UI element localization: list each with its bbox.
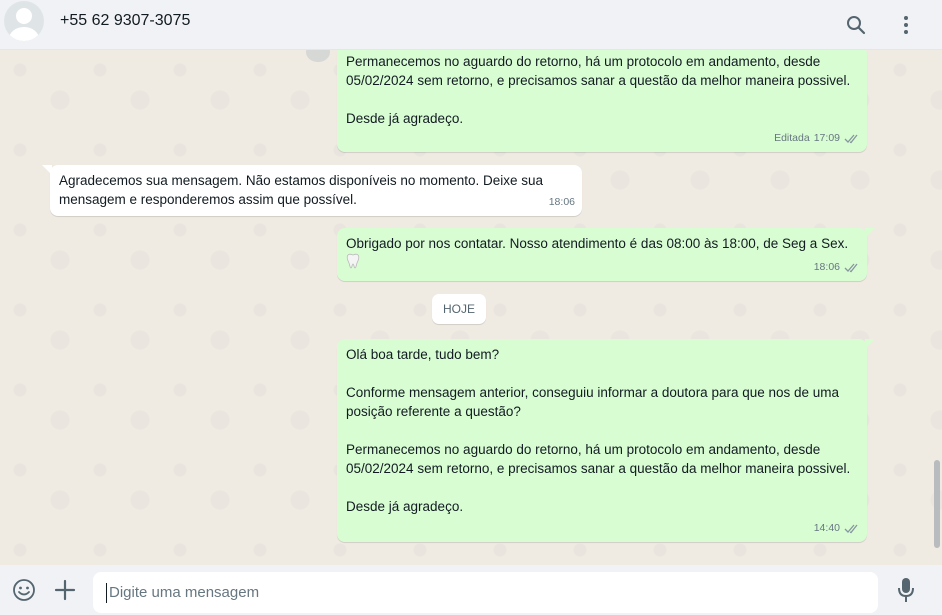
- date-separator: HOJE: [432, 294, 486, 324]
- message-text: Olá boa tarde, tudo bem? Conforme mensag…: [346, 347, 851, 514]
- scrollbar-thumb[interactable]: [934, 460, 940, 548]
- read-ticks-icon: [844, 263, 858, 273]
- message-text: Permanecemos no aguardo do retorno, há u…: [346, 54, 851, 126]
- scroll-down-button[interactable]: [306, 50, 330, 62]
- read-ticks-icon: [844, 524, 858, 534]
- bubble-tail: [865, 228, 875, 238]
- tooth-emoji-icon: [346, 253, 360, 269]
- message-input[interactable]: Digite uma mensagem: [93, 572, 878, 613]
- message-text-wrapper: Obrigado por nos contatar. Nosso atendim…: [346, 234, 858, 272]
- emoji-icon[interactable]: [11, 577, 37, 603]
- bubble-tail: [865, 339, 875, 349]
- message-time: 17:09: [813, 132, 840, 144]
- message-text: Obrigado por nos contatar. Nosso atendim…: [346, 236, 849, 251]
- text-caret: [106, 583, 107, 603]
- plus-icon[interactable]: [52, 577, 78, 603]
- microphone-icon[interactable]: [893, 577, 919, 603]
- message-text: Agradecemos sua mensagem. Não estamos di…: [59, 173, 547, 207]
- message-time: 18:06: [813, 261, 840, 273]
- contact-name[interactable]: +55 62 9307-3075: [60, 12, 190, 30]
- chat-header: +55 62 9307-3075: [0, 0, 942, 50]
- avatar-head: [16, 8, 32, 24]
- message-bubble-outgoing[interactable]: Olá boa tarde, tudo bem? Conforme mensag…: [337, 339, 875, 542]
- message-bubble-outgoing[interactable]: Obrigado por nos contatar. Nosso atendim…: [337, 228, 875, 281]
- message-meta: Editada 17:09: [774, 129, 860, 148]
- search-icon[interactable]: [841, 10, 871, 40]
- contact-avatar[interactable]: [4, 1, 44, 41]
- message-time: 18:06: [548, 196, 575, 208]
- read-ticks-icon: [844, 134, 858, 144]
- chat-area[interactable]: Permanecemos no aguardo do retorno, há u…: [0, 50, 942, 565]
- bubble-tail: [42, 165, 52, 175]
- message-time: 14:40: [813, 522, 840, 534]
- message-input-placeholder: Digite uma mensagem: [109, 584, 260, 601]
- message-bubble-outgoing[interactable]: Permanecemos no aguardo do retorno, há u…: [337, 50, 867, 152]
- menu-kebab-icon[interactable]: [891, 10, 921, 40]
- message-meta: 14:40: [814, 519, 860, 538]
- message-meta: 18:06: [814, 258, 860, 277]
- avatar-body: [9, 27, 39, 41]
- message-meta: 18:06: [549, 193, 575, 212]
- composer-bar: Digite uma mensagem: [0, 565, 942, 615]
- message-bubble-incoming[interactable]: Agradecemos sua mensagem. Não estamos di…: [42, 165, 582, 216]
- edited-label: Editada: [774, 132, 810, 144]
